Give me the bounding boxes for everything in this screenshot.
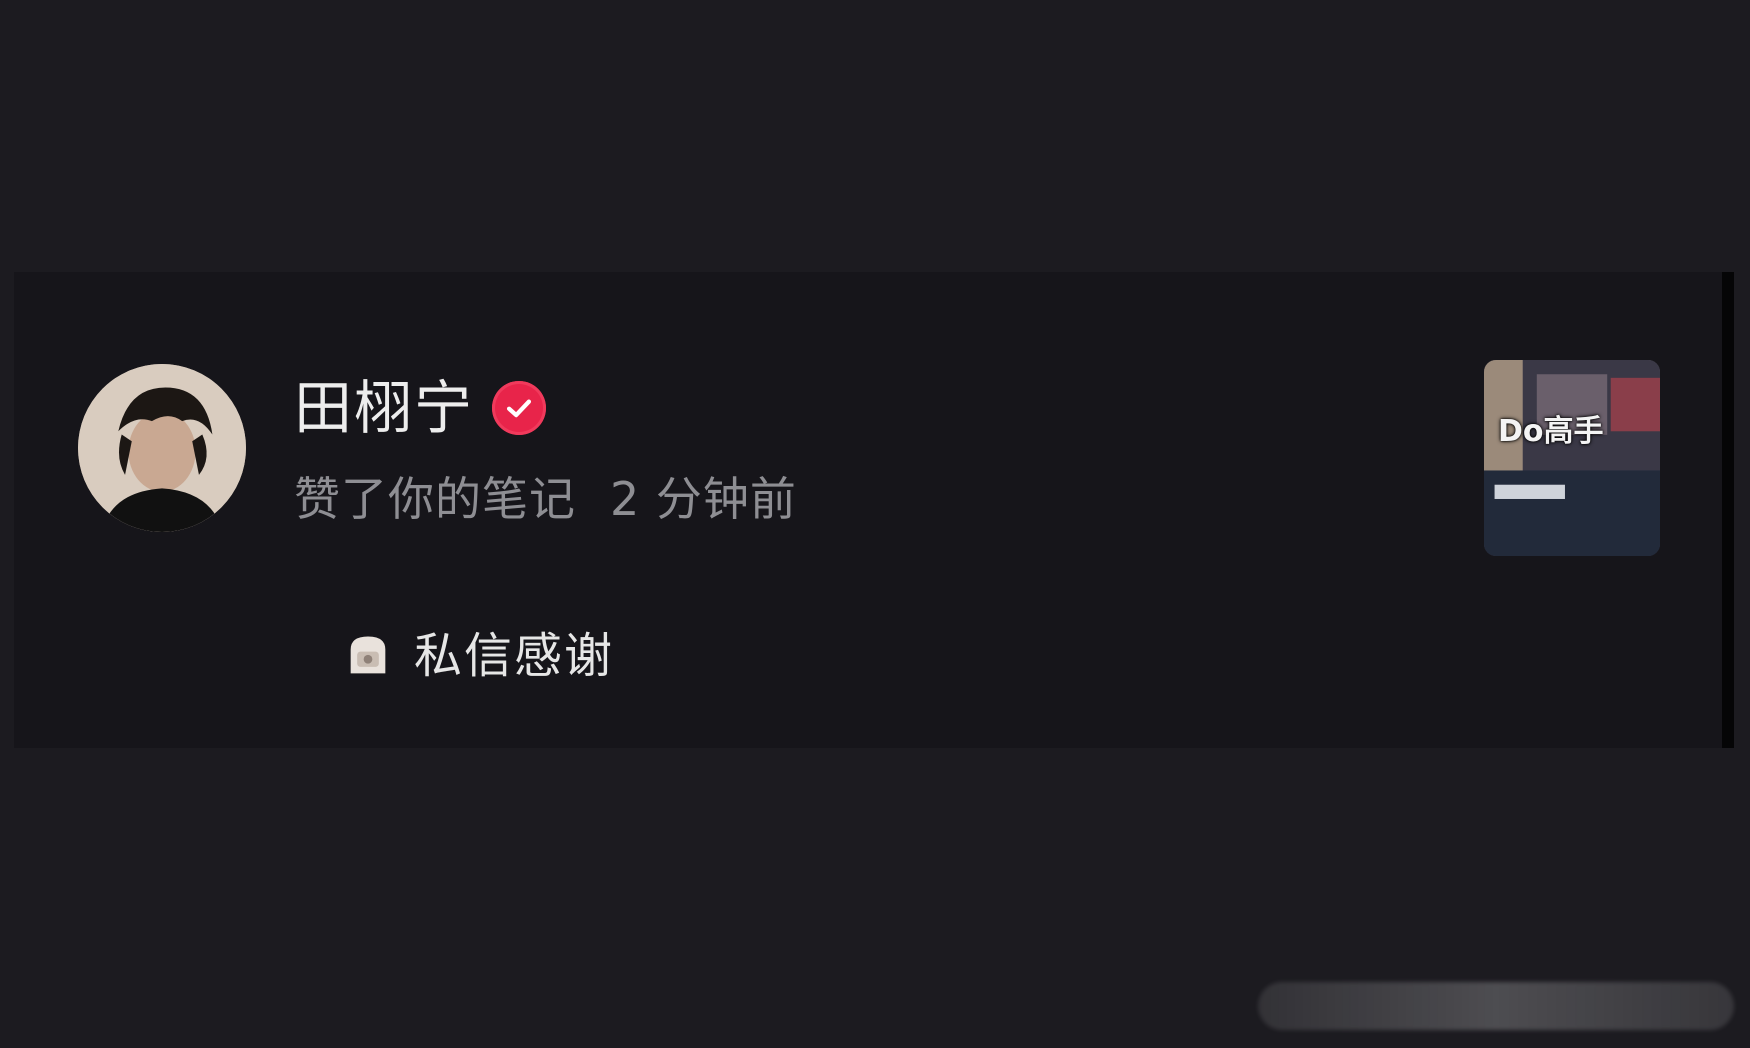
private-message-thanks-button[interactable]: 私信感谢	[342, 624, 614, 688]
action-text: 赞了你的笔记	[294, 472, 576, 526]
avatar-portrait-icon	[78, 364, 246, 532]
verified-check-icon	[492, 381, 547, 435]
note-thumbnail-image	[1484, 360, 1660, 556]
note-thumbnail-caption: Do高手	[1498, 414, 1604, 449]
card-edge	[1722, 272, 1734, 748]
note-thumbnail[interactable]: Do高手	[1484, 360, 1660, 556]
timestamp: 2 分钟前	[610, 472, 797, 526]
name-row: 田栩宁	[294, 372, 547, 444]
notification-subtitle: 赞了你的笔记 2 分钟前	[294, 468, 797, 530]
like-notification-card[interactable]: 田栩宁 赞了你的笔记 2 分钟前 Do高手 私信感谢	[14, 272, 1734, 748]
user-name[interactable]: 田栩宁	[294, 372, 474, 444]
sticker-icon	[350, 636, 386, 674]
private-message-thanks-label: 私信感谢	[414, 628, 615, 684]
screen: 田栩宁 赞了你的笔记 2 分钟前 Do高手 私信感谢	[0, 0, 1750, 1048]
user-avatar[interactable]	[78, 364, 246, 532]
blurred-watermark	[1258, 982, 1734, 1030]
